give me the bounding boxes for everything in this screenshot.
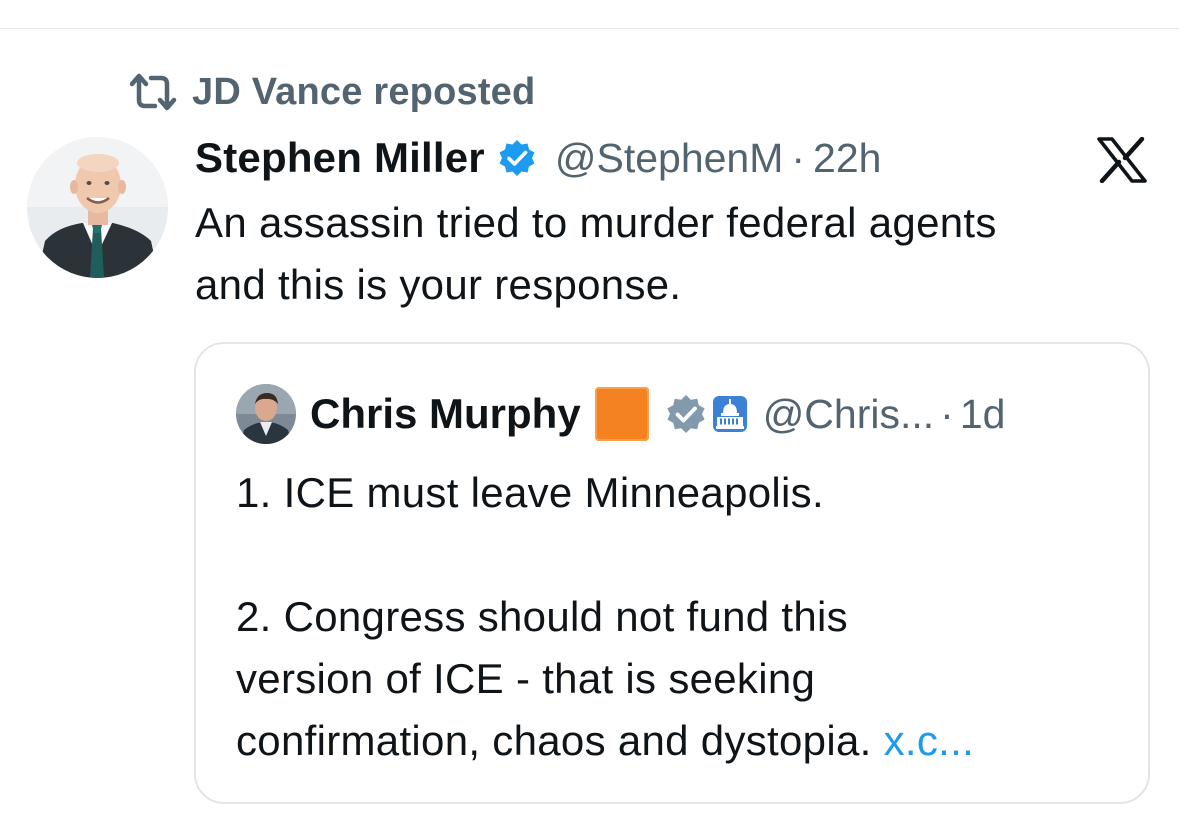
government-verified-badge-icon[interactable] bbox=[665, 393, 707, 435]
quote-avatar-photo bbox=[236, 384, 296, 444]
quote-text-line: version of ICE - that is seeking bbox=[236, 655, 816, 702]
quote-header: Chris Murphy @Chris... · 1d bbox=[236, 382, 1005, 446]
repost-icon bbox=[129, 73, 177, 111]
tweet-header: Stephen Miller @StephenM · 22h bbox=[195, 128, 881, 188]
quote-truncated-link[interactable]: x.c... bbox=[884, 717, 974, 764]
repost-label: JD Vance reposted bbox=[192, 70, 536, 113]
quote-text-line: 2. Congress should not fund this bbox=[236, 593, 848, 640]
repost-header[interactable]: JD Vance reposted bbox=[128, 68, 535, 116]
author-name[interactable]: Stephen Miller bbox=[195, 134, 485, 182]
quote-text-line: 1. ICE must leave Minneapolis. bbox=[236, 469, 824, 516]
separator-dot: · bbox=[791, 134, 806, 181]
quote-separator-dot: · bbox=[940, 390, 954, 437]
quote-text-line: confirmation, chaos and dystopia. bbox=[236, 717, 884, 764]
tweet-text-line: and this is your response. bbox=[195, 261, 682, 308]
quote-text-last-line: confirmation, chaos and dystopia. x.c... bbox=[236, 710, 1116, 772]
quote-text: 1. ICE must leave Minneapolis. 2. Congre… bbox=[236, 462, 1116, 772]
x-logo-icon bbox=[1097, 137, 1147, 183]
orange-square-emoji bbox=[594, 387, 649, 441]
tweet-text: An assassin tried to murder federal agen… bbox=[195, 192, 1155, 316]
quote-author-avatar[interactable] bbox=[236, 384, 296, 444]
tweet-time[interactable]: 22h bbox=[813, 135, 881, 182]
verified-badge-icon[interactable] bbox=[497, 138, 537, 178]
author-handle[interactable]: @StephenM bbox=[555, 135, 784, 182]
quote-time[interactable]: 1d bbox=[960, 391, 1006, 438]
quoted-tweet-card[interactable]: Chris Murphy @Chris... · 1d 1. ICE must … bbox=[194, 342, 1150, 804]
quote-author-handle[interactable]: @Chris... bbox=[763, 391, 934, 438]
quote-author-name[interactable]: Chris Murphy bbox=[310, 390, 581, 438]
avatar-photo bbox=[27, 137, 168, 278]
capitol-building-icon bbox=[712, 396, 747, 432]
author-avatar[interactable] bbox=[27, 137, 168, 278]
top-divider bbox=[0, 28, 1179, 29]
tweet-text-line: An assassin tried to murder federal agen… bbox=[195, 199, 997, 246]
